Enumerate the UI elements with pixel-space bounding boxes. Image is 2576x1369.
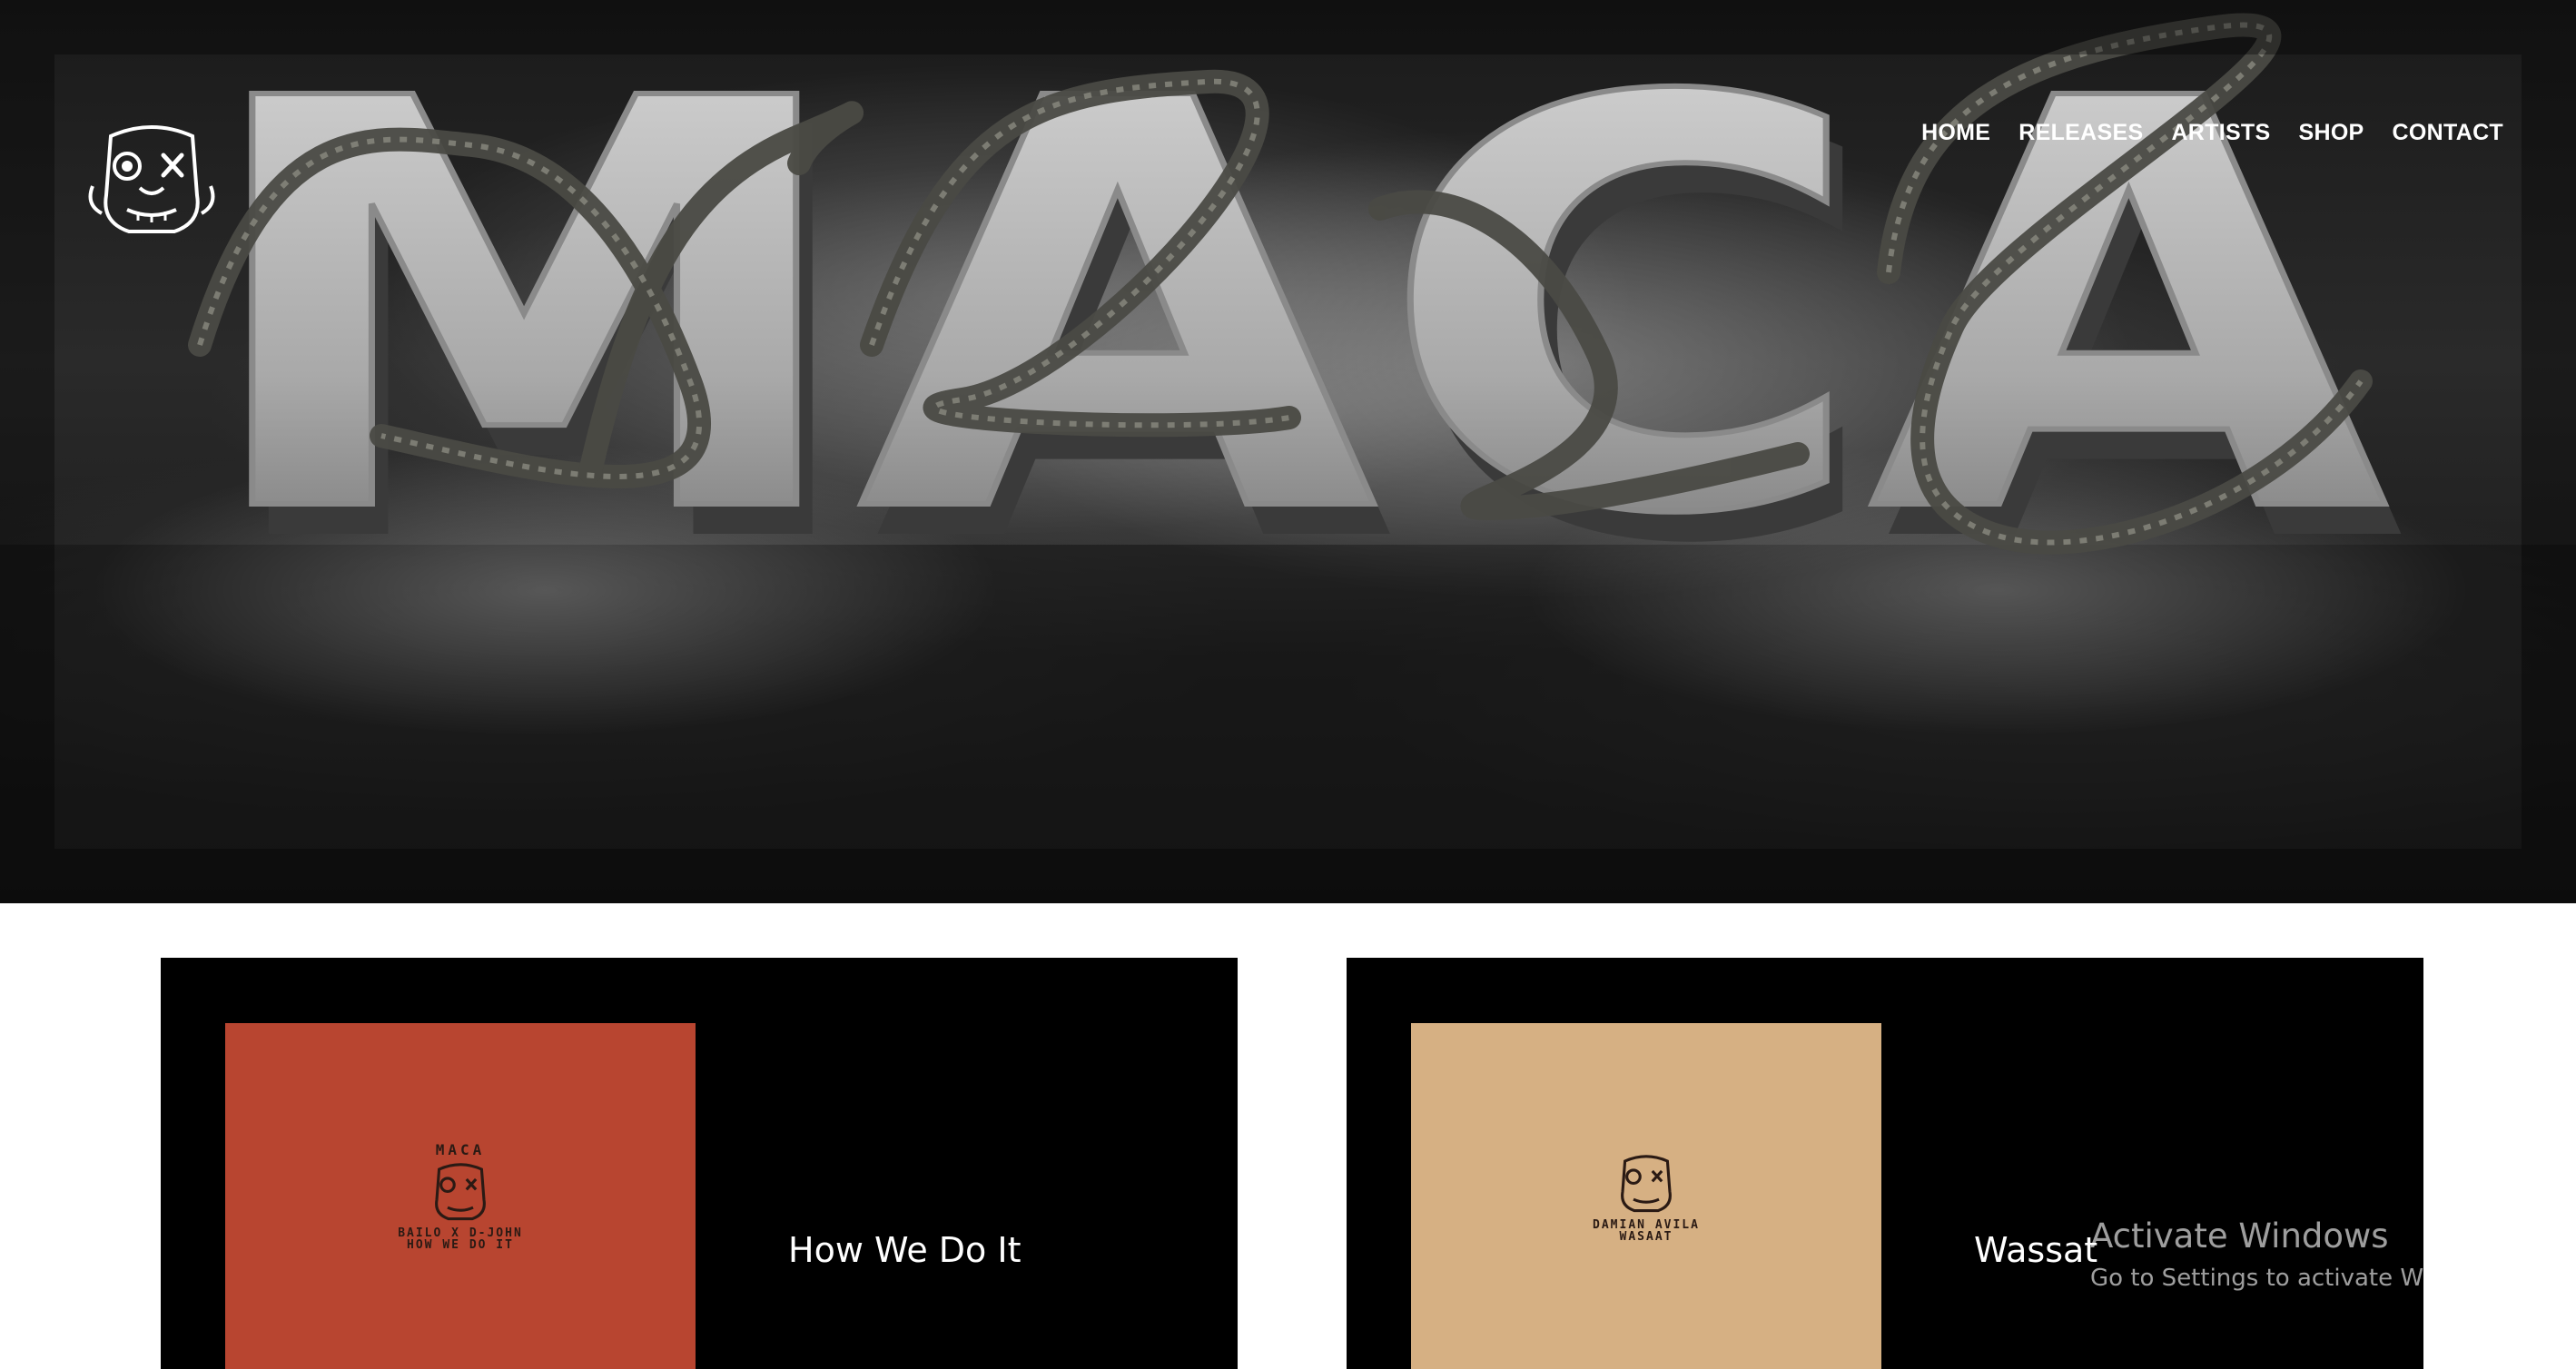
nav-contact[interactable]: CONTACT (2393, 120, 2503, 146)
hero-banner: MACA MACA HOME RELEASES ARTISTS SHOP CON… (0, 0, 2576, 903)
cover-artists: DAMIAN AVILA (1593, 1217, 1700, 1232)
site-logo[interactable] (84, 123, 220, 241)
release-cover[interactable]: DAMIAN AVILA WASAAT (1411, 1023, 1881, 1369)
release-title[interactable]: How We Do It (788, 1230, 1021, 1270)
activate-windows-watermark: Activate Windows Go to Settings to activ… (2090, 1216, 2513, 1292)
cover-face-icon (1621, 1154, 1672, 1212)
release-cover[interactable]: MACA BAILO X D-JOHN HOW WE DO IT (225, 1023, 696, 1369)
nav-shop[interactable]: SHOP (2298, 120, 2364, 146)
release-title[interactable]: Wassat (1974, 1230, 2097, 1270)
main-nav: HOME RELEASES ARTISTS SHOP CONTACT (1921, 120, 2503, 146)
nav-artists[interactable]: ARTISTS (2171, 120, 2270, 146)
release-card[interactable]: MACA BAILO X D-JOHN HOW WE DO IT How We … (161, 958, 1238, 1369)
cover-track: WASAAT (1619, 1229, 1673, 1244)
cover-track: HOW WE DO IT (407, 1238, 514, 1252)
nav-home[interactable]: HOME (1921, 120, 1990, 146)
nav-releases[interactable]: RELEASES (2018, 120, 2143, 146)
watermark-title: Activate Windows (2090, 1216, 2389, 1256)
release-card[interactable]: DAMIAN AVILA WASAAT Wassat (1347, 958, 2423, 1369)
watermark-subtitle: Go to Settings to activate Windows. (2090, 1265, 2513, 1292)
cover-face-icon (435, 1163, 486, 1221)
cover-label: MACA (435, 1141, 486, 1158)
